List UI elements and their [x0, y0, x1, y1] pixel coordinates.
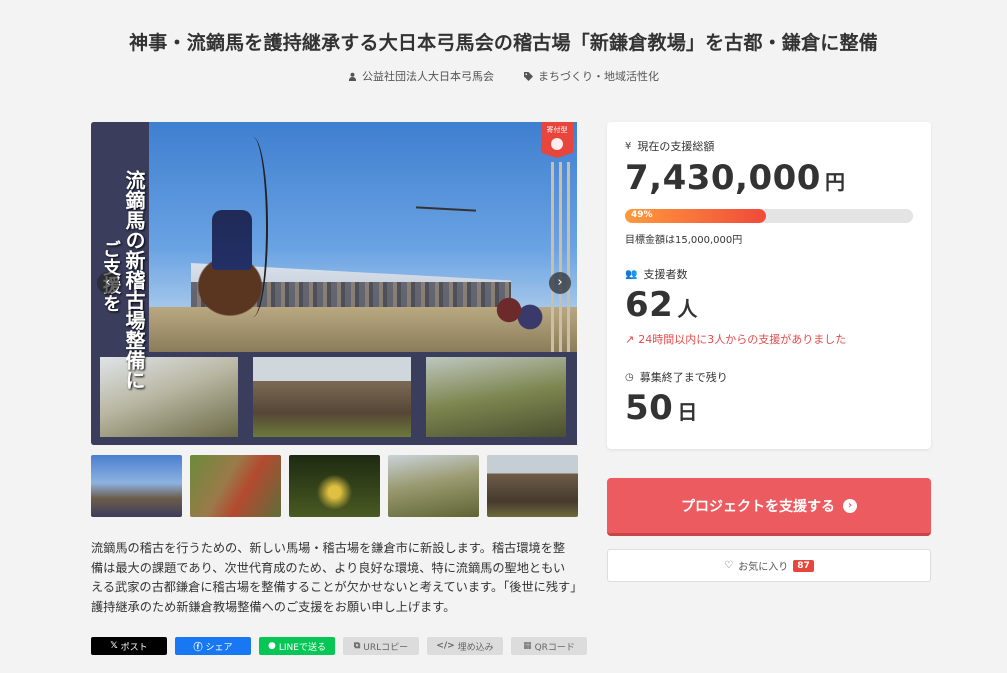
remaining-row: 50 日: [625, 388, 697, 428]
line-icon: ●: [268, 641, 276, 651]
remaining-label-row: ◷ 募集終了まで残り: [625, 369, 728, 385]
progress-bar: 49%: [625, 209, 913, 223]
qr-label: QRコード: [534, 642, 575, 653]
tag-icon: [524, 71, 533, 81]
url-copy-button[interactable]: ⧉ URLコピー: [343, 637, 419, 655]
thumbnail-1[interactable]: [91, 455, 182, 517]
embed-label: 埋め込み: [457, 642, 494, 653]
thumbnail-4[interactable]: [388, 455, 479, 517]
facebook-icon: ⓕ: [193, 642, 203, 653]
users-icon: 👥: [625, 268, 638, 280]
donation-type-badge: 寄付型: [541, 122, 573, 158]
favorite-button[interactable]: ♡ お気に入り 87: [607, 549, 931, 582]
favorite-label: お気に入り: [738, 562, 789, 573]
hero-subphoto-3: [426, 357, 566, 437]
hand-heart-icon: [551, 138, 563, 150]
category-name: まちづくり・地域活性化: [538, 70, 659, 83]
support-project-button[interactable]: プロジェクトを支援する ›: [607, 478, 931, 536]
share-line-label: LINEで送る: [278, 642, 326, 653]
trend-text: 24時間以内に3人からの支援がありました: [638, 333, 847, 346]
chevron-right-icon: ›: [843, 498, 857, 513]
owner-name: 公益社団法人大日本弓馬会: [362, 70, 494, 83]
hero-vertical-text-1: 流鏑馬の新稽古場整備に: [122, 170, 146, 390]
total-amount-row: 7,430,000 円: [625, 158, 845, 198]
share-facebook-label: シェア: [205, 642, 233, 653]
hero-photo-spectators: [481, 282, 551, 352]
qr-icon: ▦: [523, 641, 532, 651]
hero-subphoto-1: [100, 357, 238, 437]
heart-icon: ♡: [724, 560, 734, 571]
supporters-count: 62: [625, 285, 674, 325]
remaining-days: 50: [625, 388, 674, 428]
project-meta: 公益社団法人大日本弓馬会 まちづくり・地域活性化: [0, 68, 1007, 84]
support-project-label: プロジェクトを支援する: [681, 498, 835, 515]
thumbnail-strip: [91, 455, 578, 517]
supporters-unit: 人: [677, 297, 698, 321]
embed-button[interactable]: </> 埋め込み: [427, 637, 503, 655]
clock-icon: ◷: [625, 371, 634, 383]
url-copy-label: URLコピー: [363, 642, 409, 653]
thumbnail-5[interactable]: [487, 455, 578, 517]
hero-photo-bow: [238, 137, 268, 317]
recent-trend: ↗ 24時間以内に3人からの支援がありました: [625, 331, 846, 347]
thumbnail-2[interactable]: [190, 455, 281, 517]
total-unit: 円: [824, 170, 845, 194]
total-label: 現在の支援総額: [637, 140, 715, 153]
favorite-count: 87: [793, 559, 814, 572]
badge-label: 寄付型: [546, 126, 568, 134]
supporters-label: 支援者数: [643, 268, 688, 281]
progress-percent: 49%: [631, 210, 653, 220]
share-facebook-button[interactable]: ⓕ シェア: [175, 637, 251, 655]
goal-text: 目標金額は15,000,000円: [625, 235, 743, 246]
total-label-row: ¥ 現在の支援総額: [625, 138, 714, 154]
hero-subphoto-2: [253, 357, 411, 437]
share-bar: 𝕏 ポスト ⓕ シェア ● LINEで送る ⧉ URLコピー </> 埋め込み ▦ QRコー…: [91, 637, 587, 655]
yen-icon: ¥: [625, 140, 632, 152]
share-line-button[interactable]: ● LINEで送る: [259, 637, 335, 655]
supporters-row: 62 人: [625, 285, 697, 325]
x-icon: 𝕏: [110, 641, 118, 651]
remaining-unit: 日: [677, 400, 698, 424]
supporters-label-row: 👥 支援者数: [625, 266, 687, 282]
share-x-label: ポスト: [120, 642, 148, 653]
carousel-prev-button[interactable]: ‹: [97, 272, 119, 294]
owner-link[interactable]: 公益社団法人大日本弓馬会: [348, 68, 494, 84]
carousel-next-button[interactable]: ›: [549, 272, 571, 294]
funding-stats-card: ¥ 現在の支援総額 7,430,000 円 49% 目標金額は15,000,000…: [607, 122, 931, 449]
remaining-label: 募集終了まで残り: [639, 371, 728, 384]
user-icon: [348, 72, 357, 81]
hero-photo-poles: [551, 162, 575, 352]
trend-up-icon: ↗: [625, 332, 635, 346]
thumbnail-3[interactable]: [289, 455, 380, 517]
code-icon: </>: [436, 641, 455, 651]
page-title: 神事・流鏑馬を護持継承する大日本弓馬会の稽古場「新鎌倉教場」を古都・鎌倉に整備: [129, 32, 878, 54]
total-amount: 7,430,000: [625, 158, 821, 198]
category-link[interactable]: まちづくり・地域活性化: [524, 68, 659, 84]
copy-icon: ⧉: [353, 641, 361, 651]
share-x-button[interactable]: 𝕏 ポスト: [91, 637, 167, 655]
qr-code-button[interactable]: ▦ QRコード: [511, 637, 587, 655]
project-description: 流鏑馬の稽古を行うための、新しい馬場・稽古場を鎌倉市に新設します。稽古環境を整備…: [91, 541, 577, 614]
